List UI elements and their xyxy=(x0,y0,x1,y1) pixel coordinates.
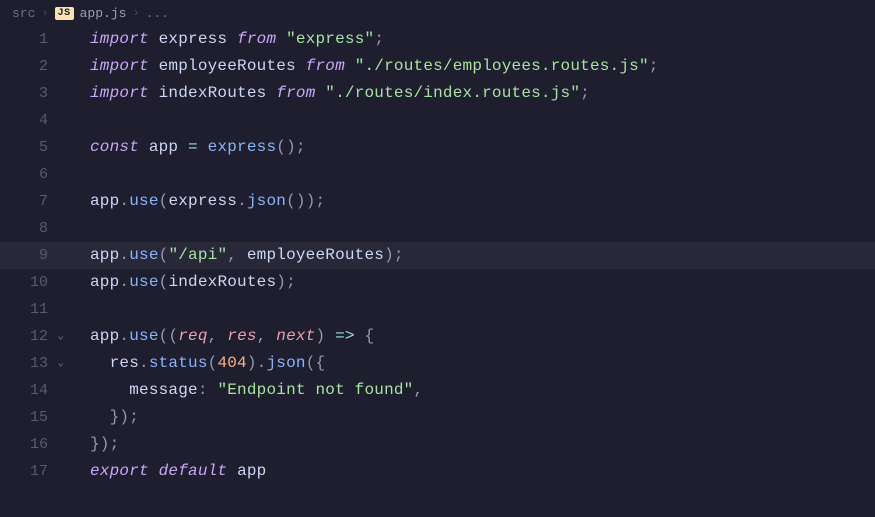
code-line: 2 import employeeRoutes from "./routes/e… xyxy=(0,53,875,80)
breadcrumb-file[interactable]: app.js xyxy=(80,6,127,21)
breadcrumb-folder[interactable]: src xyxy=(12,6,35,21)
code-line: 11 xyxy=(0,296,875,323)
line-number: 15 xyxy=(0,404,62,431)
line-number: 8 xyxy=(0,215,62,242)
code-line: 15 }); xyxy=(0,404,875,431)
line-number: 5 xyxy=(0,134,62,161)
chevron-right-icon: › xyxy=(41,6,48,20)
line-number: 14 xyxy=(0,377,62,404)
code-line: 10 app.use(indexRoutes); xyxy=(0,269,875,296)
line-number: 12⌄ xyxy=(0,323,62,350)
line-number: 11 xyxy=(0,296,62,323)
code-line: 14 message: "Endpoint not found", xyxy=(0,377,875,404)
code-line: 1 import express from "express"; xyxy=(0,26,875,53)
code-line: 12⌄ app.use((req, res, next) => { xyxy=(0,323,875,350)
fold-icon[interactable]: ⌄ xyxy=(57,350,64,377)
line-number: 3 xyxy=(0,80,62,107)
line-number: 17 xyxy=(0,458,62,485)
chevron-right-icon: › xyxy=(132,6,139,20)
code-line: 5 const app = express(); xyxy=(0,134,875,161)
line-number: 10 xyxy=(0,269,62,296)
line-number: 13⌄ xyxy=(0,350,62,377)
line-number: 1 xyxy=(0,26,62,53)
line-number: 6 xyxy=(0,161,62,188)
fold-icon[interactable]: ⌄ xyxy=(57,323,64,350)
code-line: 4 xyxy=(0,107,875,134)
breadcrumb-more[interactable]: ... xyxy=(146,6,169,21)
code-line: 7 app.use(express.json()); xyxy=(0,188,875,215)
code-line: 3 import indexRoutes from "./routes/inde… xyxy=(0,80,875,107)
code-editor[interactable]: 1 import express from "express"; 2 impor… xyxy=(0,26,875,485)
breadcrumb: src › JS app.js › ... xyxy=(0,0,875,26)
line-number: 16 xyxy=(0,431,62,458)
js-file-icon: JS xyxy=(55,7,74,20)
code-line: 17 export default app xyxy=(0,458,875,485)
line-number: 4 xyxy=(0,107,62,134)
code-line: 6 xyxy=(0,161,875,188)
line-number: 7 xyxy=(0,188,62,215)
code-line: 13⌄ res.status(404).json({ xyxy=(0,350,875,377)
line-number: 9 xyxy=(0,242,62,269)
line-number: 2 xyxy=(0,53,62,80)
code-line: 8 xyxy=(0,215,875,242)
code-line: 16 }); xyxy=(0,431,875,458)
code-line-current: 9 app.use("/api", employeeRoutes); xyxy=(0,242,875,269)
